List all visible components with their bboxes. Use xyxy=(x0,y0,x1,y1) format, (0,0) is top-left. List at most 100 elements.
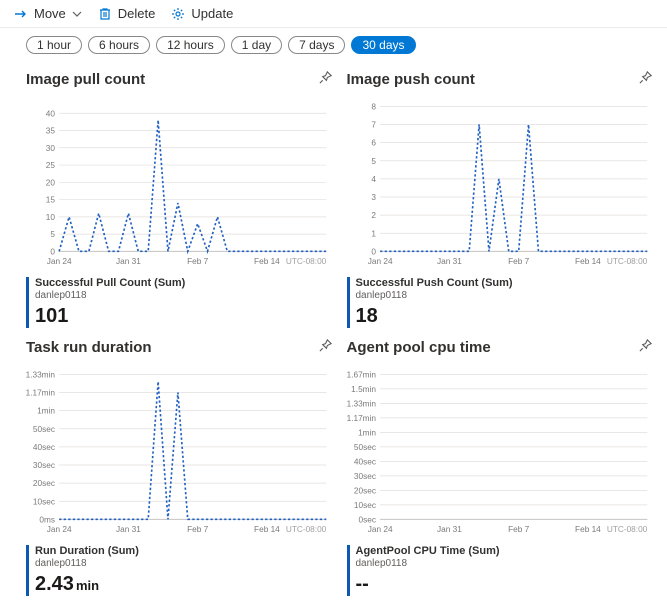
svg-text:15: 15 xyxy=(46,196,56,205)
metric-value: -- xyxy=(356,572,654,596)
svg-text:UTC-08:00: UTC-08:00 xyxy=(286,525,327,534)
metric-chart: 0ms10sec20sec30sec40sec50sec1min1.17min1… xyxy=(26,366,333,536)
svg-text:20sec: 20sec xyxy=(33,479,55,488)
metric-card: Task run duration 0ms10sec20sec30sec40se… xyxy=(26,338,333,596)
move-label: Move xyxy=(34,6,66,21)
svg-text:Jan 31: Jan 31 xyxy=(436,257,461,266)
svg-text:1.17min: 1.17min xyxy=(347,414,376,423)
delete-label: Delete xyxy=(118,6,156,21)
svg-text:20: 20 xyxy=(46,178,56,187)
update-button[interactable]: Update xyxy=(171,6,233,21)
metric-chart: 0sec10sec20sec30sec40sec50sec1min1.17min… xyxy=(347,366,654,536)
svg-text:25: 25 xyxy=(46,161,56,170)
metric-summary: Successful Push Count (Sum) danlep0118 1… xyxy=(347,277,654,328)
svg-text:Feb 7: Feb 7 xyxy=(187,257,209,266)
svg-text:Jan 24: Jan 24 xyxy=(367,257,392,266)
metric-card: Image pull count 0 5 10 15 20 25 30 35 40 Jan 24 J… xyxy=(26,70,333,328)
svg-text:5: 5 xyxy=(371,157,376,166)
svg-text:Feb 7: Feb 7 xyxy=(508,525,530,534)
svg-text:35: 35 xyxy=(46,127,56,136)
pin-icon xyxy=(638,70,653,85)
svg-text:Feb 14: Feb 14 xyxy=(575,257,601,266)
pin-icon xyxy=(318,338,333,353)
metric-card: Agent pool cpu time 0sec10sec20sec30sec4… xyxy=(347,338,654,596)
chart-title: Image pull count xyxy=(26,71,145,88)
svg-text:1.33min: 1.33min xyxy=(26,371,55,380)
metric-name: Run Duration (Sum) xyxy=(35,545,333,558)
pin-button[interactable] xyxy=(638,70,653,88)
update-label: Update xyxy=(191,6,233,21)
svg-text:0: 0 xyxy=(50,247,55,256)
svg-text:6: 6 xyxy=(371,139,376,148)
gear-icon xyxy=(171,7,185,21)
metric-summary: AgentPool CPU Time (Sum) danlep0118 -- xyxy=(347,545,654,596)
svg-text:0sec: 0sec xyxy=(358,516,375,525)
svg-text:0ms: 0ms xyxy=(39,516,55,525)
time-range-pill[interactable]: 1 hour xyxy=(26,36,82,54)
svg-text:30: 30 xyxy=(46,144,56,153)
pin-icon xyxy=(318,70,333,85)
svg-text:5: 5 xyxy=(50,230,55,239)
svg-text:Feb 14: Feb 14 xyxy=(254,257,280,266)
svg-text:UTC-08:00: UTC-08:00 xyxy=(606,525,647,534)
pin-button[interactable] xyxy=(318,338,333,356)
svg-text:1.33min: 1.33min xyxy=(347,400,376,409)
metric-card: Image push count 012345678Jan 24Jan 31Fe… xyxy=(347,70,654,328)
svg-text:Jan 24: Jan 24 xyxy=(367,525,392,534)
move-button[interactable]: Move xyxy=(14,6,82,21)
svg-text:Jan 31: Jan 31 xyxy=(116,525,141,534)
metric-name: AgentPool CPU Time (Sum) xyxy=(356,545,654,558)
svg-text:Jan 31: Jan 31 xyxy=(436,525,461,534)
svg-text:40sec: 40sec xyxy=(353,458,375,467)
svg-text:UTC-08:00: UTC-08:00 xyxy=(606,257,647,266)
chart-title: Image push count xyxy=(347,71,475,88)
command-bar: Move Delete Update xyxy=(0,0,667,28)
svg-text:Jan 31: Jan 31 xyxy=(116,257,141,266)
svg-text:4: 4 xyxy=(371,175,376,184)
svg-text:10sec: 10sec xyxy=(33,498,55,507)
metric-name: Successful Push Count (Sum) xyxy=(356,277,654,290)
time-range-pill[interactable]: 7 days xyxy=(288,36,345,54)
chart-title: Agent pool cpu time xyxy=(347,339,491,356)
metric-value: 18 xyxy=(356,304,654,328)
svg-text:50sec: 50sec xyxy=(353,443,375,452)
metric-name: Successful Pull Count (Sum) xyxy=(35,277,333,290)
metric-value: 101 xyxy=(35,304,333,328)
svg-text:3: 3 xyxy=(371,193,376,202)
trash-icon xyxy=(98,7,112,21)
time-range-pill[interactable]: 12 hours xyxy=(156,36,225,54)
svg-text:30sec: 30sec xyxy=(33,461,55,470)
time-range-pill[interactable]: 1 day xyxy=(231,36,282,54)
metric-unit: min xyxy=(76,578,99,593)
svg-text:10: 10 xyxy=(46,213,56,222)
metric-summary: Successful Pull Count (Sum) danlep0118 1… xyxy=(26,277,333,328)
svg-text:1min: 1min xyxy=(37,407,55,416)
chart-title: Task run duration xyxy=(26,339,152,356)
svg-text:Feb 14: Feb 14 xyxy=(254,525,280,534)
svg-text:8: 8 xyxy=(371,102,376,111)
move-icon xyxy=(14,7,28,21)
metric-summary: Run Duration (Sum) danlep0118 2.43min xyxy=(26,545,333,596)
svg-text:2: 2 xyxy=(371,211,376,220)
metric-chart: 012345678Jan 24Jan 31Feb 7Feb 14UTC-08:0… xyxy=(347,98,654,268)
svg-text:30sec: 30sec xyxy=(353,472,375,481)
resource-name: danlep0118 xyxy=(356,558,654,570)
svg-text:0: 0 xyxy=(371,247,376,256)
delete-button[interactable]: Delete xyxy=(98,6,156,21)
pin-button[interactable] xyxy=(638,338,653,356)
metrics-grid: Image pull count 0510152025303540Jan 24J… xyxy=(0,58,667,610)
pin-button[interactable] xyxy=(318,70,333,88)
svg-text:Feb 7: Feb 7 xyxy=(508,257,530,266)
svg-text:1: 1 xyxy=(371,229,376,238)
time-range-picker: 1 hour 6 hours 12 hours 1 day 7 days 30 days xyxy=(0,28,667,58)
metric-chart: 0510152025303540Jan 24Jan 31Feb 7Feb 14U… xyxy=(26,98,333,268)
time-range-pill[interactable]: 6 hours xyxy=(88,36,150,54)
svg-text:10sec: 10sec xyxy=(353,501,375,510)
metric-value: 2.43min xyxy=(35,572,333,596)
svg-text:Feb 14: Feb 14 xyxy=(575,525,601,534)
svg-text:40: 40 xyxy=(46,109,56,118)
svg-text:Feb 7: Feb 7 xyxy=(187,525,209,534)
svg-text:1.67min: 1.67min xyxy=(347,371,376,380)
svg-text:Jan 24: Jan 24 xyxy=(47,257,72,266)
time-range-pill[interactable]: 30 days xyxy=(351,36,415,54)
